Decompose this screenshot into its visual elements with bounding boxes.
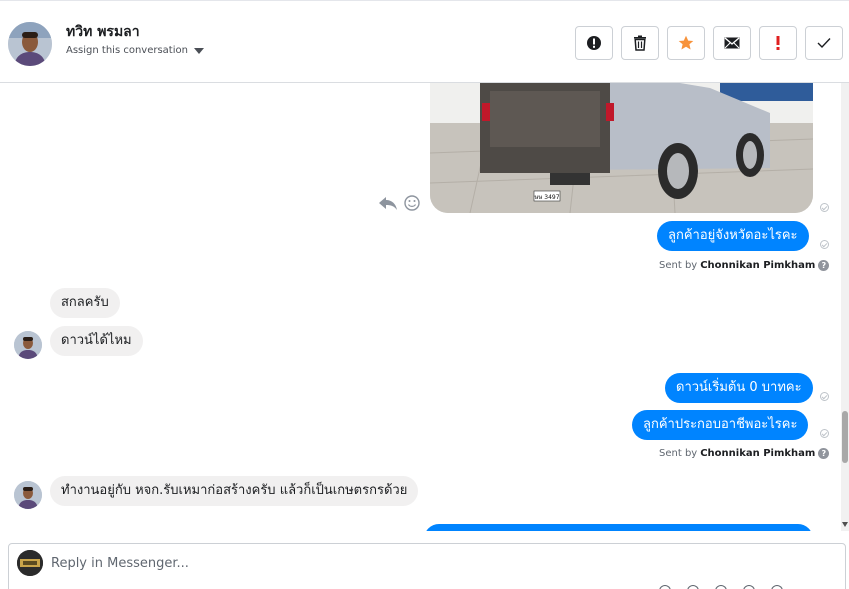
page-avatar	[17, 550, 43, 576]
trash-icon	[634, 35, 646, 51]
gif-icon[interactable]	[743, 585, 755, 589]
composer-tools	[659, 585, 783, 589]
message-bubble-incoming[interactable]: สกลครับ	[50, 288, 120, 318]
reply-icon[interactable]	[378, 195, 398, 211]
contact-avatar-small	[14, 481, 42, 509]
sent-by-info: Sent by Chonnikan Pimkham ?	[659, 260, 830, 271]
contact-avatar-small	[14, 331, 42, 359]
reply-composer	[8, 543, 846, 589]
mark-spam-button[interactable]	[575, 26, 613, 60]
sender-name: Chonnikan Pimkham	[700, 448, 816, 459]
reply-input[interactable]	[51, 552, 751, 574]
sender-name: Chonnikan Pimkham	[700, 260, 816, 271]
attachment-icon[interactable]	[659, 585, 671, 589]
message-bubble-outgoing-partial[interactable]	[424, 524, 813, 531]
license-plate-text: ษษ 3497	[534, 194, 559, 201]
emoji-icon[interactable]	[687, 585, 699, 589]
seen-status-icon	[820, 240, 829, 249]
message-bubble-incoming[interactable]: ดาวน์ได้ไหม	[50, 326, 143, 356]
scrollbar-thumb[interactable]	[842, 411, 848, 463]
message-tools	[378, 195, 420, 211]
help-icon[interactable]: ?	[818, 260, 830, 271]
seen-status-icon	[820, 203, 829, 212]
message-bubble-outgoing[interactable]: ดาวน์เริ่มต้น 0 บาทคะ	[665, 373, 813, 403]
conversation-header: ทวิท พรมลา Assign this conversation	[0, 0, 849, 83]
thread-scrollbar[interactable]	[841, 83, 849, 531]
delete-button[interactable]	[621, 26, 659, 60]
envelope-icon	[724, 37, 740, 49]
contact-name: ทวิท พรมลา	[66, 24, 140, 40]
sticker-icon[interactable]	[771, 585, 783, 589]
scroll-down-arrow-icon[interactable]	[842, 522, 848, 527]
check-icon	[817, 38, 831, 49]
message-thread[interactable]: ษษ 3497 ลูกค้าอยู่จังหวัดอะไรคะ Sent by …	[0, 83, 841, 531]
message-photo[interactable]: ษษ 3497	[430, 83, 813, 213]
message-bubble-outgoing[interactable]: ลูกค้าประกอบอาชีพอะไรคะ	[632, 410, 809, 440]
star-button[interactable]	[667, 26, 705, 60]
sent-by-info: Sent by Chonnikan Pimkham ?	[659, 448, 830, 459]
conversation-actions	[575, 26, 843, 60]
star-icon	[678, 35, 694, 50]
react-smiley-icon[interactable]	[404, 195, 420, 211]
sent-by-prefix: Sent by	[659, 448, 698, 459]
message-bubble-outgoing[interactable]: ลูกค้าอยู่จังหวัดอะไรคะ	[657, 221, 809, 251]
exclamation-icon	[776, 36, 780, 50]
caret-down-icon	[193, 47, 204, 54]
assign-conversation-dropdown[interactable]: Assign this conversation	[66, 45, 204, 56]
message-bubble-incoming[interactable]: ทำงานอยู่กับ หจก.รับเหมาก่อสร้างครับ แล้…	[50, 476, 419, 506]
seen-status-icon	[820, 392, 829, 401]
sent-by-prefix: Sent by	[659, 260, 698, 271]
mark-done-button[interactable]	[805, 26, 843, 60]
image-icon[interactable]	[715, 585, 727, 589]
mark-unread-button[interactable]	[713, 26, 751, 60]
contact-avatar[interactable]	[8, 22, 52, 66]
help-icon[interactable]: ?	[818, 448, 830, 459]
assign-label: Assign this conversation	[66, 45, 188, 56]
follow-up-button[interactable]	[759, 26, 797, 60]
seen-status-icon	[820, 429, 829, 438]
exclamation-circle-icon	[587, 36, 601, 50]
